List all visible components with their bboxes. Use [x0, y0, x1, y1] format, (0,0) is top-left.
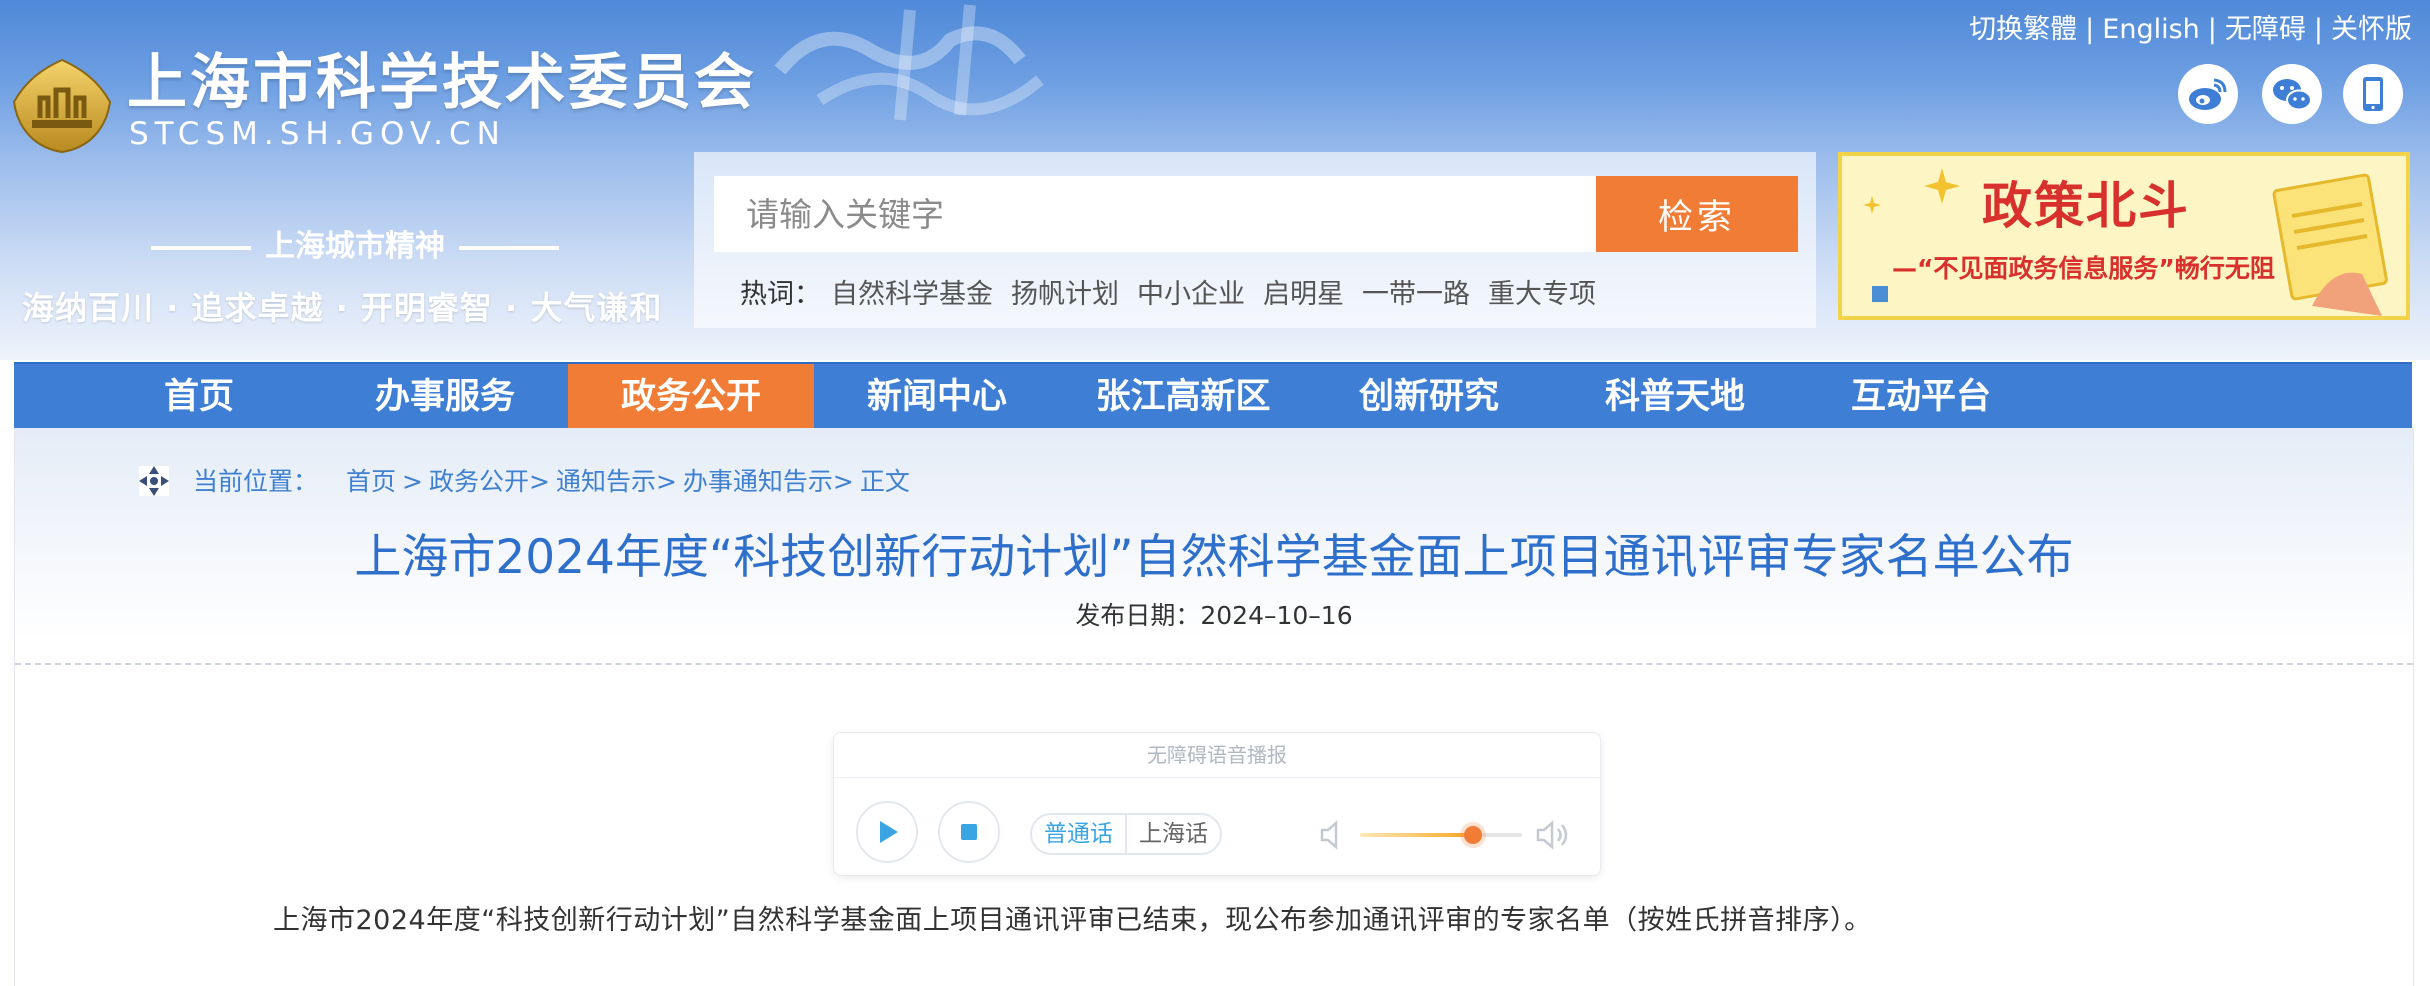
breadcrumb-trail: 当前位置： 首页 > 政务公开> 通知告示> 办事通知告示> 正文: [193, 460, 916, 504]
dialect-shanghainese[interactable]: 上海话: [1125, 815, 1220, 853]
stop-button[interactable]: [938, 801, 1000, 863]
banner-subtitle: —“不见面政务信息服务”畅行无阻: [1892, 254, 2275, 283]
breadcrumb-label: 当前位置：: [193, 467, 319, 496]
nav-zhangjiang[interactable]: 张江高新区: [1060, 364, 1306, 430]
separator: |: [2313, 14, 2323, 45]
nav-interaction-platform[interactable]: 互动平台: [1798, 364, 2044, 430]
accessibility-link[interactable]: 无障碍: [2225, 14, 2306, 45]
breadcrumb-separator: >: [402, 467, 423, 496]
decor-line: [459, 245, 559, 250]
shanghai-emblem-icon[interactable]: [10, 58, 114, 154]
site-domain: STCSM.SH.GOV.CN: [129, 116, 506, 152]
dialect-mandarin[interactable]: 普通话: [1032, 815, 1125, 853]
english-link[interactable]: English: [2102, 14, 2200, 45]
nav-news-center[interactable]: 新闻中心: [814, 364, 1060, 430]
nav-science-popularization[interactable]: 科普天地: [1552, 364, 1798, 430]
dialect-switch: 普通话 上海话: [1030, 813, 1222, 855]
publish-date: 发布日期：2024–10–16: [15, 598, 2413, 634]
play-icon: [880, 821, 898, 843]
nav-innovation-research[interactable]: 创新研究: [1306, 364, 1552, 430]
publish-date-value: 2024–10–16: [1200, 601, 1353, 630]
article-container: 当前位置： 首页 > 政务公开> 通知告示> 办事通知告示> 正文 上海市2024年度“科技…: [14, 428, 2414, 986]
hot-word-link[interactable]: 自然科学基金: [831, 279, 993, 310]
separator: |: [2207, 14, 2217, 45]
traditional-chinese-link[interactable]: 切换繁體: [1969, 14, 2077, 45]
stop-icon: [961, 824, 977, 840]
article-title: 上海市2024年度“科技创新行动计划”自然科学基金面上项目通讯评审专家名单公布: [354, 530, 2074, 585]
wechat-button[interactable]: [2262, 64, 2322, 124]
hot-word-link[interactable]: 扬帆计划: [1011, 279, 1119, 310]
volume-high-icon[interactable]: [1534, 819, 1574, 851]
site-name[interactable]: 上海市科学技术委员会: [127, 48, 757, 118]
mobile-icon: [2363, 77, 2383, 111]
city-spirit-title: 上海城市精神: [130, 225, 580, 269]
top-links: 切换繁體 | English | 无障碍 | 关怀版: [1969, 10, 2412, 50]
search-input[interactable]: [714, 176, 1596, 252]
hot-word-link[interactable]: 中小企业: [1137, 279, 1245, 310]
separator: |: [2085, 14, 2095, 45]
weibo-button[interactable]: [2178, 64, 2238, 124]
site-header: 上海市科学技术委员会 STCSM.SH.GOV.CN 上海城市精神 海纳百川 ·…: [0, 0, 2430, 360]
article-intro: 上海市2024年度“科技创新行动计划”自然科学基金面上项目通讯评审已结束，现公布…: [273, 905, 1872, 936]
breadcrumb-notices[interactable]: 通知告示>: [556, 467, 677, 496]
volume-slider[interactable]: [1360, 826, 1522, 844]
breadcrumb-home[interactable]: 首页: [346, 467, 396, 496]
calligraphy-watermark: [760, 0, 1100, 130]
breadcrumb-current: 正文: [859, 467, 910, 496]
hot-word-link[interactable]: 一带一路: [1362, 279, 1470, 310]
nav-services[interactable]: 办事服务: [322, 364, 568, 430]
banner-title: 政策北斗: [1982, 177, 2190, 235]
nav-government-affairs[interactable]: 政务公开: [568, 364, 814, 430]
hot-words: 热词： 自然科学基金 扬帆计划 中小企业 启明星 一带一路 重大专项: [740, 270, 1614, 320]
mobile-button[interactable]: [2343, 64, 2403, 124]
decor-line: [151, 245, 251, 250]
hot-words-label: 热词：: [740, 279, 821, 310]
volume-slider-knob[interactable]: [1464, 826, 1483, 844]
audio-player-title: 无障碍语音播报: [834, 733, 1600, 778]
divider: [15, 663, 2413, 665]
policy-banner[interactable]: 政策北斗 —“不见面政务信息服务”畅行无阻: [1838, 152, 2410, 320]
search-panel: 检索 热词： 自然科学基金扬帆计划中小企业启明星一带一路重大专项: [694, 152, 1816, 328]
play-button[interactable]: [856, 801, 918, 863]
volume-slider-fill: [1360, 833, 1474, 837]
hot-word-link[interactable]: 启明星: [1263, 279, 1344, 310]
city-spirit-label: 上海城市精神: [265, 229, 445, 264]
city-spirit-motto: 海纳百川 · 追求卓越 · 开明睿智 · 大气谦和: [22, 289, 663, 327]
location-icon: [139, 466, 169, 496]
wechat-icon: [2273, 79, 2312, 111]
audio-player: 无障碍语音播报 普通话 上海话: [833, 732, 1601, 876]
breadcrumb-government-affairs[interactable]: 政务公开>: [429, 467, 550, 496]
volume-low-icon[interactable]: [1318, 819, 1348, 851]
main-navigation: 首页 办事服务 政务公开 新闻中心 张江高新区 创新研究 科普天地 互动平台: [14, 362, 2412, 430]
publish-date-label: 发布日期：: [1075, 601, 1201, 630]
elder-mode-link[interactable]: 关怀版: [2331, 14, 2412, 45]
search-button[interactable]: 检索: [1596, 176, 1798, 252]
hot-word-link[interactable]: 重大专项: [1488, 279, 1596, 310]
breadcrumb-service-notices[interactable]: 办事通知告示>: [683, 467, 854, 496]
weibo-icon: [2189, 78, 2227, 110]
nav-home[interactable]: 首页: [76, 364, 322, 430]
